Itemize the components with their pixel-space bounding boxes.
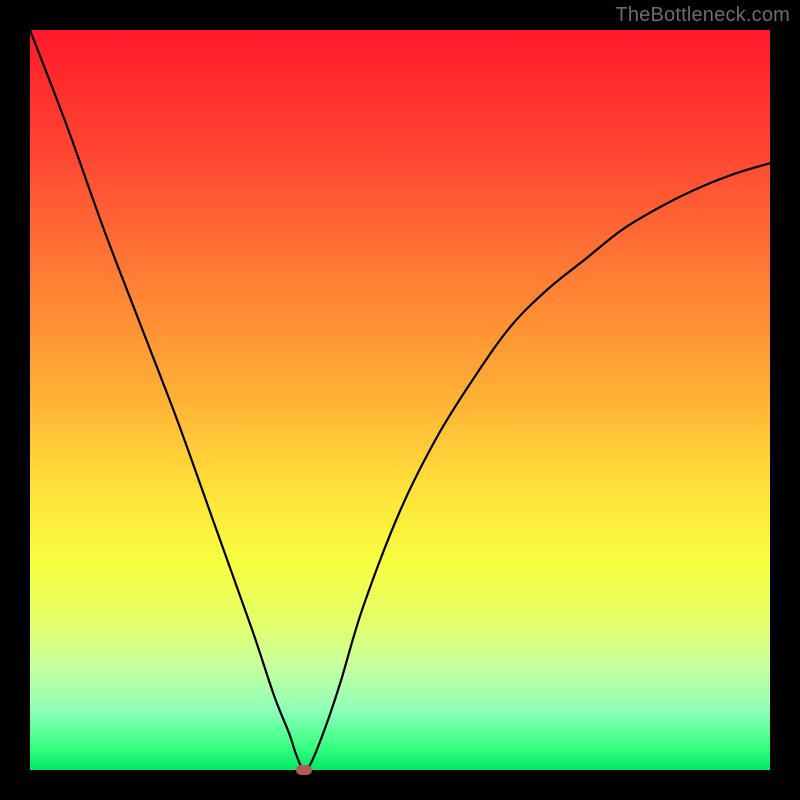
chart-frame: TheBottleneck.com [0,0,800,800]
minimum-marker [296,765,312,775]
plot-area [30,30,770,770]
watermark-text: TheBottleneck.com [615,4,790,27]
bottleneck-curve [30,30,770,770]
